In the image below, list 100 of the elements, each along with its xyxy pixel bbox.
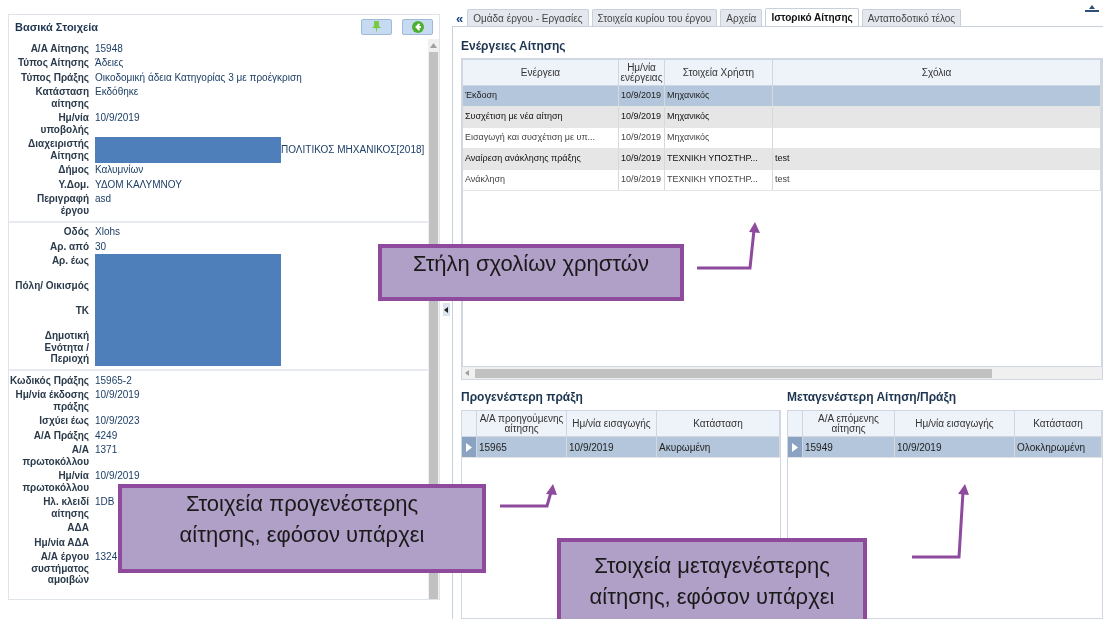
- grid-row[interactable]: Έκδοση 10/9/2019 Μηχανικός: [463, 86, 1101, 107]
- field-value: 30: [95, 239, 107, 254]
- column-header[interactable]: Ημ/νία ενέργειας: [619, 60, 665, 85]
- field-label: Ισχύει έως: [38, 414, 90, 428]
- grid-row[interactable]: 15965 10/9/2019 Ακυρωμένη: [462, 437, 780, 458]
- grid-cell: 10/9/2019: [621, 173, 662, 187]
- grid-row[interactable]: 15949 10/9/2019 Ολοκληρωμένη: [788, 437, 1102, 458]
- tab[interactable]: Αρχεία: [720, 9, 763, 26]
- grid-row[interactable]: Ανάκληση 10/9/2019 ΤΕΧΝΙΚΗ ΥΠΟΣΤΗΡ... test: [463, 170, 1101, 191]
- grid-cell-text: Ολοκληρωμένη: [1017, 440, 1086, 455]
- grid-row[interactable]: Αναίρεση ανάκλησης πράξης 10/9/2019 ΤΕΧΝΙΚΗ ΥΠΟΣΤΗΡ... test: [463, 149, 1101, 170]
- field-label: Α/Α Πράξης: [32, 428, 90, 443]
- column-header[interactable]: Στοιχεία Χρήστη: [665, 60, 773, 85]
- field-label: ΤΚ: [74, 304, 90, 318]
- row-pointer-icon: [466, 442, 472, 452]
- grid-row[interactable]: Συσχέτιση με νέα αίτηση 10/9/2019 Μηχανικός: [463, 107, 1101, 128]
- field-value: 15965-2: [95, 373, 132, 388]
- callout-arrow: [500, 484, 557, 508]
- back-button[interactable]: [402, 19, 433, 35]
- column-header[interactable]: Ημ/νία εισαγωγής: [895, 411, 1015, 436]
- field-value: Xlohs: [95, 225, 120, 239]
- grid-cell-text: 15949: [805, 440, 833, 455]
- callout-text: Στοιχεία προγενέστερης: [185, 490, 419, 518]
- tab[interactable]: Ανταποδοτικό τέλος: [861, 9, 962, 26]
- field-value: Εκδόθηκε: [95, 85, 139, 99]
- grid-cell: test: [775, 173, 790, 187]
- column-header[interactable]: Ενέργεια: [463, 60, 619, 85]
- field-label: Ημ/νία πρωτοκόλλου: [21, 469, 90, 495]
- grid-cell: ΤΕΧΝΙΚΗ ΥΠΟΣΤΗΡ...: [667, 152, 758, 166]
- field-value: Καλυμνίων: [95, 163, 144, 177]
- column-header[interactable]: Κατάσταση: [657, 411, 780, 436]
- callout-arrow: [697, 222, 760, 270]
- grid-cell: test: [775, 152, 790, 166]
- grid-cell: Έκδοση: [465, 89, 498, 103]
- back-icon: [411, 21, 424, 33]
- callout-text: Στοιχεία μεταγενέστερης: [594, 552, 830, 580]
- grid-row[interactable]: Εισαγωγή και συσχέτιση με υπ... 10/9/2019 Μηχανικός: [463, 128, 1101, 149]
- section-title: Προγενέστερη πράξη: [461, 389, 584, 406]
- field-label: Πόλη/ Οικισμός: [14, 279, 90, 293]
- panel-title: Βασικά Στοιχεία: [15, 19, 99, 35]
- column-header[interactable]: Α/Α επόμενης αίτησης: [803, 411, 895, 436]
- grid-cell: Συσχέτιση με νέα αίτηση: [465, 110, 563, 124]
- grid-cell: Μηχανικός: [667, 89, 710, 103]
- pin-button[interactable]: [361, 19, 392, 35]
- field-value: asd: [95, 192, 112, 206]
- field-label: Ηλ. κλειδί αίτησης: [42, 495, 90, 521]
- grid-cell-text: 15965: [479, 440, 507, 455]
- field-value: 4249: [95, 428, 118, 443]
- callout-text: Στήλη σχολίων χρηστών: [413, 250, 649, 278]
- grid-cell: Αναίρεση ανάκλησης πράξης: [465, 152, 581, 166]
- section-title: Μεταγενέστερη Αίτηση/Πράξη: [787, 389, 958, 406]
- pin-icon: [372, 21, 381, 33]
- field-label: Κατάσταση αίτησης: [34, 85, 90, 111]
- field-label: Δημοτική Ενότητα / Περιοχή: [43, 329, 90, 366]
- grid-cell-text: Ακυρωμένη: [659, 440, 711, 455]
- caret-icon: [444, 306, 448, 313]
- field-value: 10/9/2019: [95, 111, 140, 125]
- field-value: ΥΔΟΜ ΚΑΛΥΜΝΟΥ: [95, 177, 182, 192]
- column-header[interactable]: Κατάσταση: [1015, 411, 1102, 436]
- grid-cell-text: 10/9/2019: [569, 440, 614, 455]
- field-label: Διαχειριστής Αίτησης: [27, 137, 90, 163]
- grid-cell: Εισαγωγή και συσχέτιση με υπ...: [465, 131, 596, 145]
- field-value: 1324: [95, 550, 118, 564]
- grid-cell: 10/9/2019: [621, 89, 662, 103]
- collapse-handle[interactable]: [442, 303, 450, 316]
- grid-cell: 10/9/2019: [621, 110, 662, 124]
- field-value: 10/9/2023: [95, 414, 140, 428]
- field-label: Τύπος Αίτησης: [17, 56, 90, 70]
- collapse-up-icon[interactable]: [1085, 4, 1099, 12]
- column-header[interactable]: Ημ/νία εισαγωγής: [567, 411, 657, 436]
- field-label: Δήμος: [57, 163, 90, 177]
- field-label: Ημ/νία έκδοσης πράξης: [14, 388, 90, 414]
- callout-text: αίτησης, εφόσον υπάρχει: [179, 521, 425, 549]
- scroll-left-icon[interactable]: [465, 370, 469, 376]
- grid-cell: Μηχανικός: [667, 131, 710, 145]
- grid-cell: Ανάκληση: [465, 173, 506, 187]
- tab[interactable]: Στοιχεία κυρίου του έργου: [591, 9, 718, 26]
- field-value: 15948: [95, 41, 123, 56]
- tab[interactable]: Ομάδα έργου - Εργασίες: [467, 9, 589, 26]
- field-value: Άδειες: [95, 56, 124, 70]
- field-label: Α/Α Αίτησης: [29, 41, 90, 56]
- tab[interactable]: Ιστορικό Αίτησης: [765, 8, 859, 26]
- column-header[interactable]: Α/Α προηγούμενης αίτησης: [477, 411, 567, 436]
- field-label: Υ.Δομ.: [57, 177, 90, 192]
- collapse-tabs-button[interactable]: «: [456, 12, 464, 26]
- field-label: Τύπος Πράξης: [20, 70, 90, 85]
- field-label: Α/Α πρωτοκόλλου: [21, 443, 90, 469]
- row-pointer-icon: [792, 442, 798, 452]
- scroll-up-icon[interactable]: [430, 43, 437, 48]
- callout-text: αίτησης, εφόσον υπάρχει: [589, 583, 835, 611]
- field-value: Οικοδομική άδεια Κατηγορίας 3 με προέγκριση: [95, 70, 302, 85]
- grid-cell-text: 10/9/2019: [897, 440, 942, 455]
- grid-cell: ΤΕΧΝΙΚΗ ΥΠΟΣΤΗΡ...: [667, 173, 758, 187]
- grid-cell: Μηχανικός: [667, 110, 710, 124]
- grid-cell: 10/9/2019: [621, 152, 662, 166]
- field-label: Α/Α έργου συστήματος αμοιβών: [30, 550, 90, 587]
- horizontal-scrollbar[interactable]: [462, 367, 1102, 379]
- column-header[interactable]: Σχόλια: [773, 60, 1101, 85]
- field-label: Κωδικός Πράξης: [9, 373, 90, 388]
- section-title: Ενέργειες Αίτησης: [461, 38, 567, 55]
